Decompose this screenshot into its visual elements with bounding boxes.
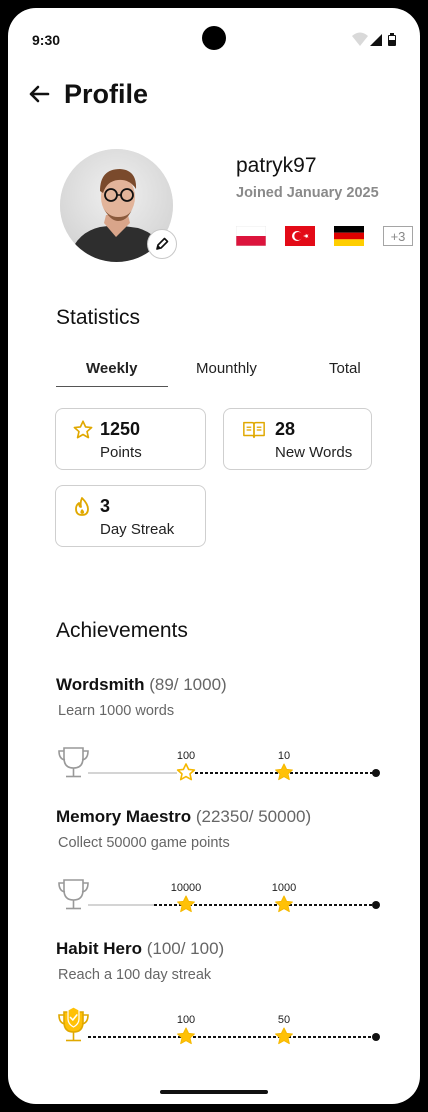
trophy-icon: [58, 879, 89, 910]
track-end-dot: [372, 901, 380, 909]
day-streak-card: 3 Day Streak: [55, 485, 206, 547]
achievements-title: Achievements: [56, 619, 188, 642]
milestone-star-icon: [275, 1027, 293, 1045]
day-streak-value: 3: [100, 496, 111, 516]
joined-date: Joined January 2025: [236, 185, 379, 201]
header: Profile: [26, 74, 148, 114]
wifi-icon: [352, 32, 368, 46]
achievement-title-habit-hero: Habit Hero (100/ 100): [56, 939, 224, 959]
achievement-description: Learn 1000 words: [58, 703, 175, 719]
points-value: 1250: [100, 419, 141, 439]
edit-avatar-button[interactable]: [147, 229, 177, 259]
milestone-star-icon: [177, 1027, 195, 1045]
tab-monthly[interactable]: Mounthly: [196, 360, 257, 377]
achievement-progress: (89/ 1000): [149, 675, 227, 694]
status-time: 9:30: [32, 32, 61, 48]
back-button[interactable]: [26, 81, 52, 107]
trophy-gold-icon: [58, 1006, 89, 1042]
turkey-flag-icon[interactable]: [285, 226, 315, 246]
camera-cutout: [202, 26, 226, 50]
achievement-title-memory-maestro: Memory Maestro (22350/ 50000): [56, 807, 311, 827]
milestone-label: 1000: [271, 882, 297, 894]
track-end-dot: [372, 769, 380, 777]
new-words-value: 28: [275, 419, 296, 439]
more-languages-badge[interactable]: +3: [383, 226, 413, 246]
milestone-label: 50: [277, 1014, 291, 1026]
book-icon: [242, 419, 266, 446]
flame-icon: [72, 496, 92, 523]
trophy-icon: [58, 747, 89, 778]
phone-screen: 9:30 Profile patryk97 Joined January 202…: [8, 8, 420, 1104]
status-icons: [352, 32, 398, 48]
milestone-label: 100: [176, 1014, 196, 1026]
arrow-left-icon: [29, 85, 50, 103]
track-end-dot: [372, 1033, 380, 1041]
achievement-track-memory-maestro: 10000 1000: [54, 870, 384, 914]
points-card: 1250 Points: [55, 408, 206, 470]
active-tab-underline: [56, 386, 168, 387]
achievement-title-wordsmith: Wordsmith (89/ 1000): [56, 675, 227, 695]
home-indicator[interactable]: [160, 1090, 268, 1094]
tab-weekly[interactable]: Weekly: [86, 360, 137, 377]
language-flags: +3: [236, 226, 413, 246]
tab-total[interactable]: Total: [329, 360, 361, 377]
pencil-icon: [156, 237, 169, 250]
milestone-label: 10: [277, 750, 291, 762]
milestone-label: 100: [176, 750, 196, 762]
milestone-star-outline-icon: [176, 763, 196, 781]
day-streak-label: Day Streak: [100, 521, 175, 538]
new-words-card: 28 New Words: [223, 408, 372, 470]
poland-flag-icon[interactable]: [236, 226, 266, 246]
battery-icon: [388, 33, 396, 46]
achievement-name: Habit Hero: [56, 939, 142, 958]
star-icon: [72, 419, 94, 446]
milestone-star-icon: [177, 895, 195, 913]
achievement-track-wordsmith: 100 10: [54, 738, 384, 782]
signal-icon: [370, 34, 382, 46]
milestone-star-icon: [275, 763, 293, 781]
statistics-title: Statistics: [56, 306, 141, 329]
milestone-star-icon: [275, 895, 293, 913]
achievement-progress: (22350/ 50000): [195, 807, 312, 826]
status-bar: 9:30: [8, 8, 420, 68]
achievement-name: Memory Maestro: [56, 807, 192, 826]
statistics-tabs: Weekly Mounthly Total: [56, 360, 376, 388]
milestone-label: 10000: [170, 882, 202, 894]
achievement-progress: (100/ 100): [146, 939, 225, 958]
achievement-description: Collect 50000 game points: [58, 835, 230, 851]
achievement-name: Wordsmith: [56, 675, 145, 694]
achievement-track-habit-hero: 100 50: [54, 1002, 384, 1046]
achievement-description: Reach a 100 day streak: [58, 967, 212, 983]
germany-flag-icon[interactable]: [334, 226, 364, 246]
page-title: Profile: [64, 78, 149, 109]
new-words-label: New Words: [275, 444, 353, 461]
points-label: Points: [100, 444, 142, 461]
avatar-container: [60, 149, 177, 262]
username: patryk97: [236, 154, 317, 177]
